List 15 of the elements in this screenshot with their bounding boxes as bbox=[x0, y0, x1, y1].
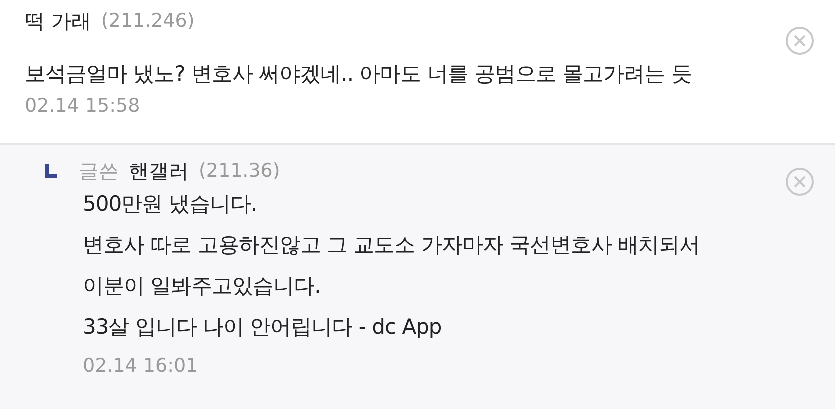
comment-text: 보석금얼마 냈노? 변호사 써야겠네.. 아마도 너를 공범으로 몰고가려는 듯 bbox=[25, 61, 692, 88]
comment-text: 33살 입니다 나이 안어립니다 - dc App bbox=[82, 314, 443, 341]
reply-arrow-icon bbox=[45, 164, 57, 178]
ip-address: (211.36) bbox=[199, 159, 280, 184]
author-name[interactable]: 떡 가래 bbox=[25, 8, 92, 34]
comment-text: 500만원 냈습니다. bbox=[82, 191, 258, 218]
comment-text: 이분이 일봐주고있습니다. bbox=[82, 273, 322, 300]
close-icon[interactable] bbox=[785, 26, 815, 56]
comment-time: 02.14 15:58 bbox=[25, 94, 142, 119]
comment-text: 변호사 따로 고용하진않고 그 교도소 가자마자 국선변호사 배치되서 bbox=[82, 232, 700, 259]
close-icon[interactable] bbox=[785, 167, 815, 197]
author-name[interactable]: 핸갤러 bbox=[129, 158, 189, 184]
comment-time: 02.14 16:01 bbox=[82, 354, 200, 379]
ip-address: (211.246) bbox=[101, 9, 195, 34]
writer-label: 글쓴 bbox=[79, 158, 119, 184]
